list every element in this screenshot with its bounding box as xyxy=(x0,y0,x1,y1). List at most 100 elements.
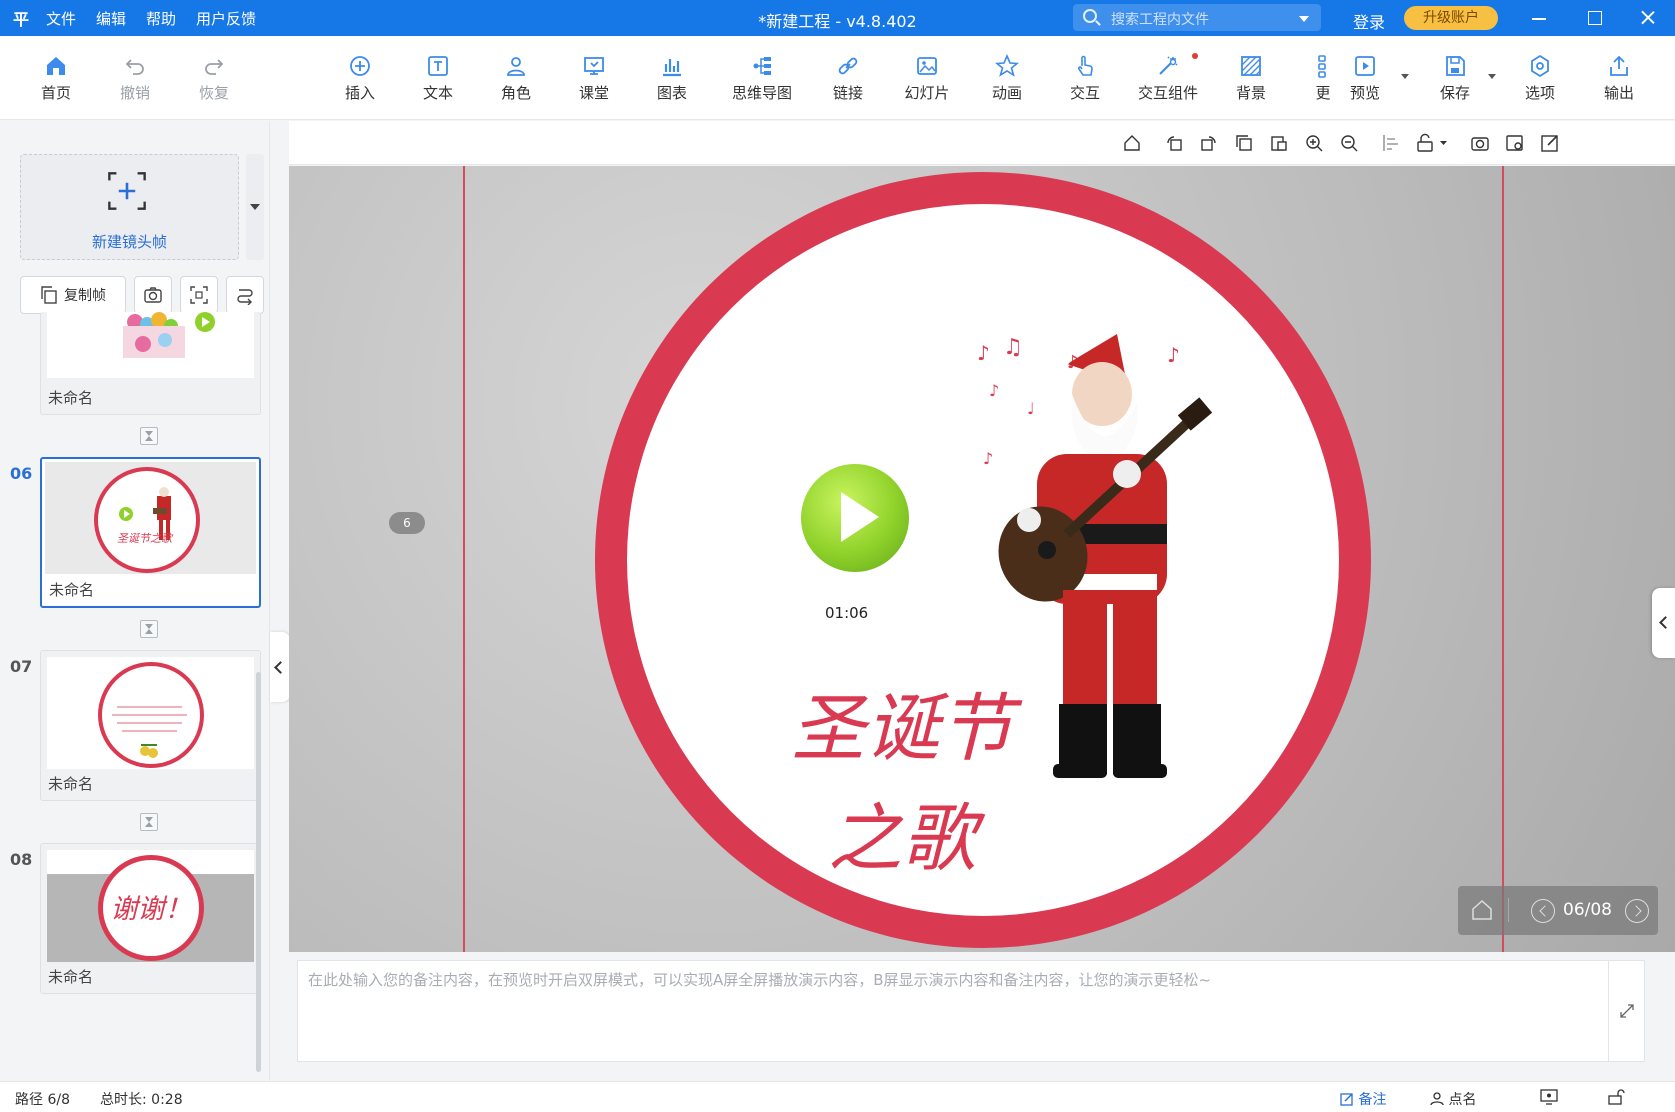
interaction-button[interactable]: 交互 xyxy=(1050,54,1120,114)
link-label: 链接 xyxy=(832,84,863,102)
santa-guitar-image[interactable]: ♪ ♫ ♪ ♪ ♪ ♩ ♪ xyxy=(967,324,1227,844)
star-icon xyxy=(994,53,1020,78)
hand-pointer-icon xyxy=(1073,54,1097,78)
new-frame-button[interactable]: 新建镜头帧 xyxy=(20,154,239,260)
new-frame-dropdown[interactable] xyxy=(246,154,264,260)
search-placeholder: 搜索工程内文件 xyxy=(1111,12,1209,28)
background-button[interactable]: 背景 xyxy=(1216,54,1286,114)
edit-icon[interactable] xyxy=(1540,133,1560,153)
redo-button[interactable]: 恢复 xyxy=(179,54,249,114)
more-label: 更 xyxy=(1315,84,1331,102)
screenshot-frame-button[interactable] xyxy=(134,276,172,314)
zoom-in-icon[interactable] xyxy=(1304,133,1324,153)
classroom-button[interactable]: 课堂 xyxy=(559,54,629,114)
slide-thumbnail-active[interactable]: 圣诞节之歌 未命名 xyxy=(40,457,261,608)
align-icon[interactable] xyxy=(1381,133,1401,153)
title-bar: 平 文件 编辑 帮助 用户反馈 *新建工程 - v4.8.402 搜索工程内文件… xyxy=(0,0,1675,36)
role-button[interactable]: 角色 xyxy=(481,54,551,114)
chart-button[interactable]: 图表 xyxy=(637,54,707,114)
snapshot-icon[interactable] xyxy=(1470,133,1490,153)
notes-input[interactable] xyxy=(297,960,1609,1062)
role-label: 角色 xyxy=(500,84,531,102)
menu-edit[interactable]: 编辑 xyxy=(96,8,126,29)
menu-help[interactable]: 帮助 xyxy=(146,8,176,29)
frame-guide-right xyxy=(1502,166,1504,952)
frame-number-chip[interactable]: 6 xyxy=(389,512,425,534)
svg-text:♪: ♪ xyxy=(977,341,990,365)
save-button[interactable]: 保存 xyxy=(1420,54,1496,114)
rotate-right-icon[interactable] xyxy=(1199,133,1219,153)
slide-list-scrollbar[interactable] xyxy=(256,672,261,1072)
insert-label: 插入 xyxy=(344,84,375,102)
status-bar: 路径 6/8 总时长: 0:28 备注 点名 xyxy=(0,1081,1675,1112)
link-button[interactable]: 链接 xyxy=(813,54,883,114)
presentation-canvas[interactable]: 01:06 圣诞节 之歌 ♪ ♫ ♪ ♪ ♪ ♩ ♪ xyxy=(289,166,1675,952)
fit-frame-button[interactable] xyxy=(180,276,218,314)
next-frame-button[interactable] xyxy=(1625,899,1649,923)
more-button[interactable]: 更 xyxy=(1308,54,1338,114)
transition-icon[interactable] xyxy=(140,427,158,445)
transition-icon[interactable] xyxy=(140,813,158,831)
home-view-icon[interactable] xyxy=(1122,133,1142,153)
notes-toggle-button[interactable]: 备注 xyxy=(1340,1089,1386,1109)
home-button[interactable]: 首页 xyxy=(21,54,91,114)
slide-thumbnail[interactable]: 未命名 xyxy=(40,312,261,415)
preview-button[interactable]: 预览 xyxy=(1335,54,1409,114)
screen-cast-button[interactable] xyxy=(1540,1089,1558,1109)
slide-ring[interactable]: 01:06 圣诞节 之歌 ♪ ♫ ♪ ♪ ♪ ♩ ♪ xyxy=(595,172,1371,948)
copy-frame-button[interactable]: 复制帧 xyxy=(20,276,126,314)
play-media-button[interactable] xyxy=(801,464,909,572)
transition-icon[interactable] xyxy=(140,620,158,638)
insert-button[interactable]: 插入 xyxy=(325,54,395,114)
expand-notes-button[interactable] xyxy=(1609,960,1645,1062)
chevron-down-icon[interactable] xyxy=(1299,16,1309,22)
notes-panel xyxy=(289,952,1675,1080)
rotate-left-icon[interactable] xyxy=(1164,133,1184,153)
mindmap-button[interactable]: 思维导图 xyxy=(723,54,801,114)
unlock-button[interactable] xyxy=(1608,1089,1626,1109)
login-button[interactable]: 登录 xyxy=(1353,9,1385,33)
expand-right-panel-button[interactable] xyxy=(1652,588,1675,658)
maximize-button[interactable] xyxy=(1579,4,1609,32)
path-frame-button[interactable] xyxy=(226,276,264,314)
home-icon xyxy=(44,54,68,78)
main-menu: 文件 编辑 帮助 用户反馈 xyxy=(46,8,256,29)
lock-dropdown-icon[interactable] xyxy=(1416,133,1450,153)
rollcall-label: 点名 xyxy=(1448,1092,1477,1108)
minimize-button[interactable] xyxy=(1524,4,1554,32)
interactive-component-button[interactable]: 交互组件 xyxy=(1128,53,1208,114)
save-icon xyxy=(1443,54,1467,78)
options-button[interactable]: 选项 xyxy=(1505,54,1575,114)
slide-thumbnail[interactable]: 谢谢！ 未命名 xyxy=(40,843,261,994)
home-icon[interactable] xyxy=(1470,898,1494,922)
menu-feedback[interactable]: 用户反馈 xyxy=(196,8,256,29)
settings-panel-icon[interactable] xyxy=(1505,133,1525,153)
slide-thumbnail[interactable]: 未命名 xyxy=(40,650,261,801)
mindmap-label: 思维导图 xyxy=(731,84,792,102)
options-label: 选项 xyxy=(1524,84,1555,102)
text-button[interactable]: 文本 xyxy=(403,54,473,114)
camera-icon xyxy=(144,287,162,303)
slide-name: 未命名 xyxy=(48,968,94,986)
paste-icon[interactable] xyxy=(1269,133,1289,153)
export-button[interactable]: 输出 xyxy=(1584,54,1654,114)
close-button[interactable] xyxy=(1633,4,1663,32)
upload-icon xyxy=(1607,54,1631,78)
rollcall-button[interactable]: 点名 xyxy=(1430,1089,1476,1109)
classroom-label: 课堂 xyxy=(578,84,609,102)
zoom-out-icon[interactable] xyxy=(1339,133,1359,153)
copy-icon[interactable] xyxy=(1234,133,1254,153)
menu-file[interactable]: 文件 xyxy=(46,8,76,29)
slide-thumb-image xyxy=(47,657,254,769)
animation-button[interactable]: 动画 xyxy=(972,53,1042,114)
upgrade-account-button[interactable]: 升级账户 xyxy=(1404,6,1498,30)
previous-frame-button[interactable] xyxy=(1531,899,1555,923)
save-label: 保存 xyxy=(1439,84,1470,102)
search-box[interactable]: 搜索工程内文件 xyxy=(1073,4,1321,31)
preview-dropdown-caret[interactable] xyxy=(1401,74,1409,79)
plus-circle-icon xyxy=(348,54,372,78)
save-dropdown-caret[interactable] xyxy=(1488,74,1496,79)
undo-button[interactable]: 撤销 xyxy=(100,54,170,114)
collapse-left-panel-button[interactable] xyxy=(270,632,290,702)
slideshow-button[interactable]: 幻灯片 xyxy=(892,54,962,114)
